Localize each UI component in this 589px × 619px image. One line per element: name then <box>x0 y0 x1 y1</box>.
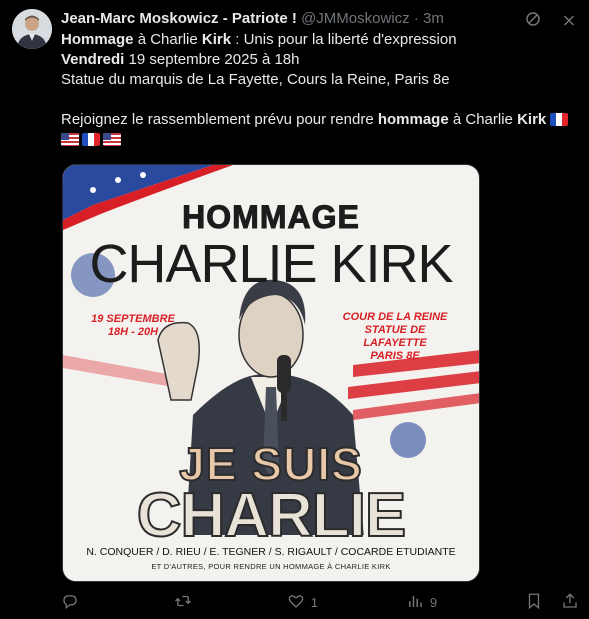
more-icon[interactable] <box>559 9 579 29</box>
us-flag-icon <box>61 133 79 146</box>
text-line-3: Statue du marquis de La Fayette, Cours l… <box>61 71 450 88</box>
heart-icon <box>287 592 305 613</box>
fr-flag-icon <box>550 113 569 126</box>
share-icon[interactable] <box>561 592 579 613</box>
poster-charlie: CHARLIE <box>136 480 408 551</box>
bookmark-icon[interactable] <box>525 592 543 613</box>
text-line-4: Rejoignez le rassemblement prévu pour re… <box>61 110 581 130</box>
text-line-1: Hommage à Charlie Kirk : Unis pour la li… <box>61 31 457 48</box>
like-button[interactable]: 1 <box>287 592 318 613</box>
author-name[interactable]: Jean-Marc Moskowicz - Patriote ! <box>61 10 297 27</box>
reply-button[interactable] <box>61 592 85 613</box>
post-image[interactable]: HOMMAGE CHARLIE KIRK 19 SEPTEMBRE 18H - … <box>62 164 480 582</box>
us-flag-icon <box>103 133 121 146</box>
post-text: Hommage à Charlie Kirk : Unis pour la li… <box>61 30 581 150</box>
flags-line <box>61 130 581 150</box>
fr-flag-icon <box>82 133 100 146</box>
separator-dot: · <box>413 10 419 27</box>
poster-others: ET D'AUTRES, POUR RENDRE UN HOMMAGE À CH… <box>151 562 391 571</box>
repost-icon <box>173 592 193 613</box>
post-time[interactable]: 3m <box>423 10 444 27</box>
poster-charlie-kirk: CHARLIE KIRK <box>89 234 453 294</box>
poster-place: COUR DE LA REINE STATUE DE LAFAYETTE PAR… <box>342 311 448 362</box>
text-line-2: Vendredi 19 septembre 2025 à 18h <box>61 51 300 68</box>
poster-hommage: HOMMAGE <box>182 199 360 236</box>
views-icon <box>406 592 424 613</box>
avatar[interactable] <box>12 9 52 49</box>
grok-icon[interactable] <box>523 9 543 29</box>
reply-icon <box>61 592 79 613</box>
post-header: Jean-Marc Moskowicz - Patriote ! @JMMosk… <box>61 9 519 29</box>
views-button[interactable]: 9 <box>406 592 437 613</box>
author-handle[interactable]: @JMMoskowicz <box>301 10 410 27</box>
action-bar: 1 9 <box>61 590 579 614</box>
repost-button[interactable] <box>173 592 199 613</box>
poster-date: 19 SEPTEMBRE 18H - 20H <box>91 313 175 338</box>
poster-names: N. CONQUER / D. RIEU / E. TEGNER / S. RI… <box>86 546 456 558</box>
